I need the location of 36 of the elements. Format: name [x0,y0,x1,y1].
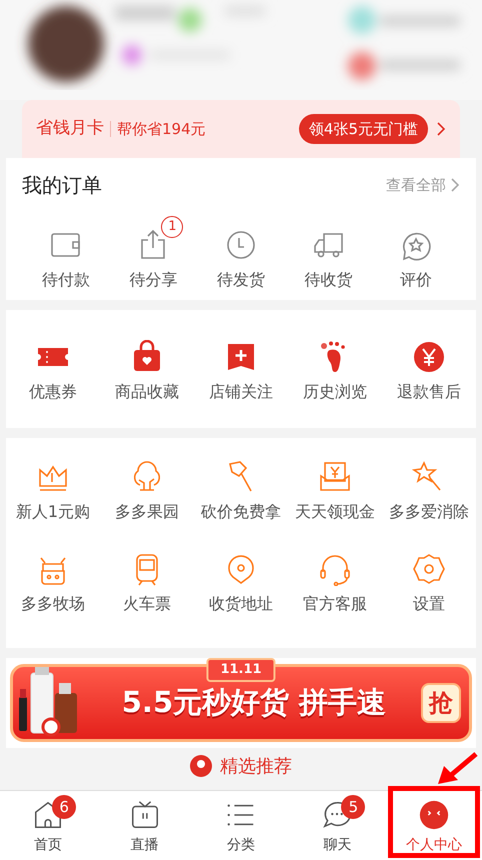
count-badge: 1 [161,216,184,238]
recommend-title: 精选推荐 [220,754,292,778]
tool-item[interactable]: 天天领现金 [295,500,375,524]
tab-item[interactable]: 5 聊天 [289,791,386,860]
tab-item[interactable]: 直播 [96,791,193,860]
tool-item[interactable]: 火车票 [123,592,171,616]
savings-text: 帮你省194元 [117,118,206,140]
section-title: 我的订单 [22,172,102,199]
tool-item[interactable]: 多多果园 [115,500,179,524]
tool-item[interactable]: 设置 [413,592,445,616]
tab-item[interactable]: 6 首页 [0,791,96,860]
tool-item[interactable]: 新人1元购 [16,500,90,524]
tool-item[interactable]: 官方客服 [303,592,367,616]
tool-item[interactable]: 多多爱消除 [389,500,469,524]
event-tag: 11.11 [206,658,276,682]
service-item[interactable]: 店铺关注 [209,380,273,404]
monthly-card-title: 省钱月卡 [36,117,104,140]
order-status-item[interactable]: 待发货 [216,268,265,292]
count-badge: 6 [52,795,76,819]
tool-item[interactable]: 收货地址 [209,592,273,616]
tab-item[interactable]: 分类 [192,791,290,860]
tool-item[interactable]: 多多牧场 [21,592,85,616]
order-status-item[interactable]: 待收货 [304,268,353,292]
tab-item[interactable]: 个人中心 [386,791,482,860]
order-status-item[interactable]: 评价 [400,268,432,292]
banner-headline: 5.5元秒好货 拼手速 [120,684,388,722]
service-item[interactable]: 商品收藏 [115,380,179,404]
order-status-item[interactable]: 待付款 [42,268,90,292]
tool-item[interactable]: 砍价免费拿 [201,500,281,524]
service-item[interactable]: 优惠券 [29,380,77,404]
order-status-item[interactable]: 待分享 [129,268,178,292]
coupon-button[interactable]: 领4张5元无门槛 [298,114,428,144]
grab-button[interactable]: 抢 [421,683,461,723]
service-item[interactable]: 退款售后 [397,380,461,404]
service-item[interactable]: 历史浏览 [303,380,367,404]
count-badge: 5 [341,795,366,819]
